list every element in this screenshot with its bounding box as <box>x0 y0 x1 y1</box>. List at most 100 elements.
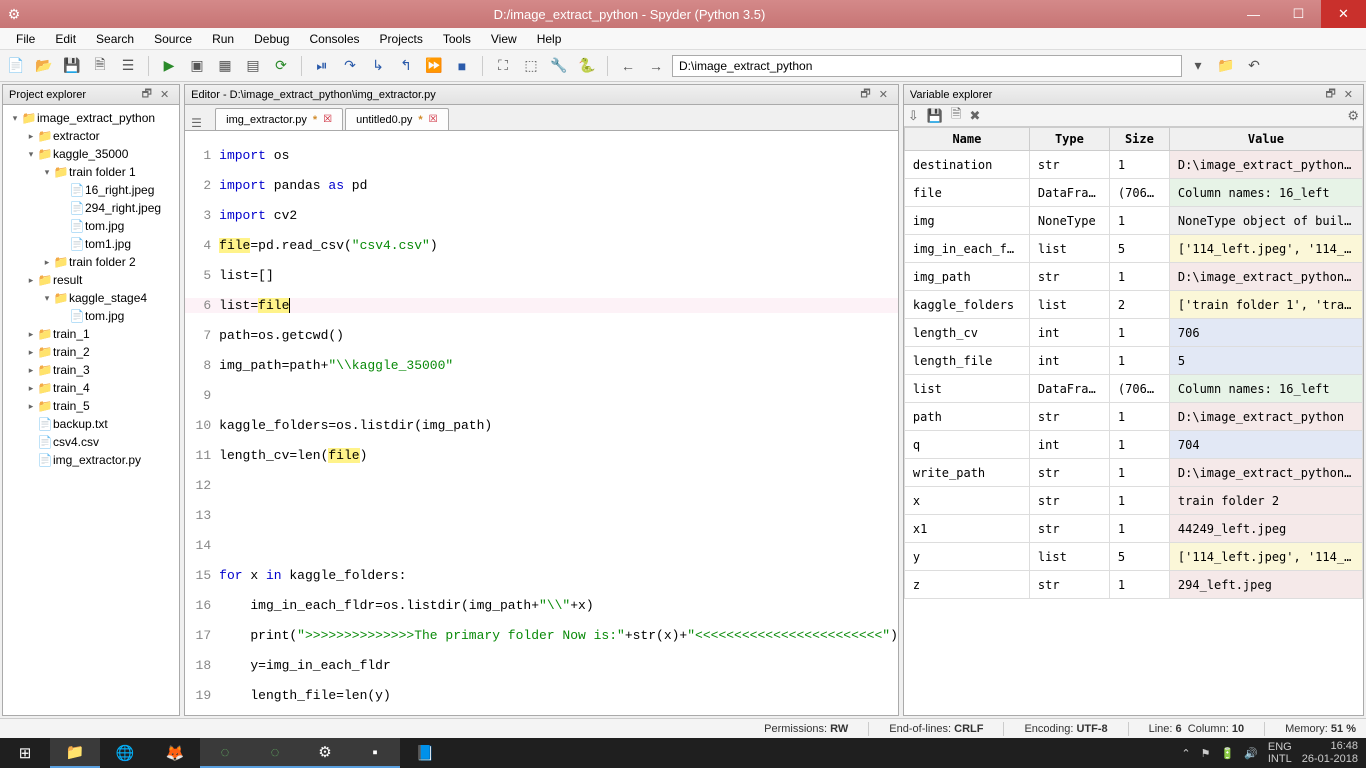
parent-dir-icon[interactable]: ↶ <box>1242 54 1266 78</box>
tree-row[interactable]: 📄img_extractor.py <box>3 451 179 469</box>
start-button[interactable]: ⊞ <box>0 738 50 768</box>
tree-row[interactable]: 📄backup.txt <box>3 415 179 433</box>
variable-row[interactable]: ylist5['114_left.jpeg', '114_right.j… <box>904 543 1362 571</box>
tree-row[interactable]: ▸📁train_5 <box>3 397 179 415</box>
tree-row[interactable]: 📄tom.jpg <box>3 217 179 235</box>
step-out-icon[interactable]: ↰ <box>394 54 418 78</box>
variable-table[interactable]: Name Type Size Value destinationstr1D:\i… <box>904 127 1363 599</box>
tray-battery-icon[interactable]: 🔋 <box>1220 747 1234 760</box>
taskbar-explorer-icon[interactable]: 📁 <box>50 738 100 768</box>
tab-img-extractor[interactable]: img_extractor.py*☒ <box>215 108 343 130</box>
open-file-icon[interactable]: 📂 <box>32 54 56 78</box>
tree-row[interactable]: ▸📁result <box>3 271 179 289</box>
code-editor[interactable]: 1import os 2import pandas as pd 3import … <box>185 131 898 715</box>
tree-row[interactable]: ▾📁image_extract_python <box>3 109 179 127</box>
variable-row[interactable]: img_pathstr1D:\image_extract_python\kagg… <box>904 263 1362 291</box>
taskbar-app1-icon[interactable]: ◌ <box>200 738 250 768</box>
dropdown-icon[interactable]: ▾ <box>1186 54 1210 78</box>
tree-row[interactable]: 📄tom1.jpg <box>3 235 179 253</box>
browse-folder-icon[interactable]: 📁 <box>1214 54 1238 78</box>
col-type[interactable]: Type <box>1029 128 1109 151</box>
variable-row[interactable]: qint1704 <box>904 431 1362 459</box>
variable-row[interactable]: listDataFrame(706, 1)Column names: 16_le… <box>904 375 1362 403</box>
tree-row[interactable]: 📄16_right.jpeg <box>3 181 179 199</box>
back-icon[interactable]: ← <box>616 54 640 78</box>
run-cell-advance-icon[interactable]: ▦ <box>213 54 237 78</box>
tree-row[interactable]: ▾📁kaggle_stage4 <box>3 289 179 307</box>
save-data-as-icon[interactable]: 🗎 <box>951 105 961 127</box>
tray-action-icon[interactable]: ⚑ <box>1201 747 1211 760</box>
menu-search[interactable]: Search <box>86 30 144 48</box>
project-tree[interactable]: ▾📁image_extract_python▸📁extractor▾📁kaggl… <box>3 105 179 473</box>
panel-close-icon[interactable]: ✕ <box>1340 88 1357 101</box>
variable-row[interactable]: img_in_each_fldrlist5['114_left.jpeg', '… <box>904 235 1362 263</box>
run-icon[interactable]: ▶ <box>157 54 181 78</box>
save-data-icon[interactable]: 💾 <box>927 108 943 124</box>
tree-row[interactable]: ▾📁kaggle_35000 <box>3 145 179 163</box>
tree-row[interactable]: 📄tom.jpg <box>3 307 179 325</box>
debug-file-icon[interactable]: ⟳ <box>269 54 293 78</box>
variable-row[interactable]: xstr1train folder 2 <box>904 487 1362 515</box>
tab-untitled0[interactable]: untitled0.py*☒ <box>345 108 449 130</box>
taskbar-firefox-icon[interactable]: 🦊 <box>150 738 200 768</box>
system-tray[interactable]: ⌃ ⚑ 🔋 🔊 ENGINTL 16:48 26-01-2018 <box>1173 740 1366 766</box>
tray-volume-icon[interactable]: 🔊 <box>1244 747 1258 760</box>
remove-var-icon[interactable]: ✖ <box>969 108 980 124</box>
variable-row[interactable]: fileDataFrame(706, 1)Column names: 16_le… <box>904 179 1362 207</box>
preferences-icon[interactable]: 🔧 <box>547 54 571 78</box>
taskbar-notepad-icon[interactable]: 📘 <box>400 738 450 768</box>
panel-close-icon[interactable]: ✕ <box>156 88 173 101</box>
panel-undock-icon[interactable]: 🗗 <box>138 85 156 104</box>
menu-debug[interactable]: Debug <box>244 30 299 48</box>
close-button[interactable]: ✕ <box>1321 0 1366 28</box>
debug-step-icon[interactable]: ⏯ <box>310 54 334 78</box>
tree-row[interactable]: ▸📁train_4 <box>3 379 179 397</box>
col-name[interactable]: Name <box>904 128 1029 151</box>
taskbar-chrome-icon[interactable]: 🌐 <box>100 738 150 768</box>
close-icon[interactable]: ☒ <box>429 114 438 125</box>
maximize-button[interactable]: ☐ <box>1276 0 1321 28</box>
list-icon[interactable]: ☰ <box>116 54 140 78</box>
menu-run[interactable]: Run <box>202 30 244 48</box>
step-over-icon[interactable]: ↷ <box>338 54 362 78</box>
menu-source[interactable]: Source <box>144 30 202 48</box>
tray-up-icon[interactable]: ⌃ <box>1181 747 1190 760</box>
options-icon[interactable]: ⚙ <box>1347 108 1359 124</box>
tree-row[interactable]: ▸📁train folder 2 <box>3 253 179 271</box>
menu-edit[interactable]: Edit <box>45 30 86 48</box>
menu-help[interactable]: Help <box>527 30 572 48</box>
col-size[interactable]: Size <box>1109 128 1169 151</box>
minimize-button[interactable]: — <box>1231 0 1276 28</box>
variable-row[interactable]: pathstr1D:\image_extract_python <box>904 403 1362 431</box>
variable-row[interactable]: destinationstr1D:\image_extract_python\r… <box>904 151 1362 179</box>
panel-close-icon[interactable]: ✕ <box>875 88 892 101</box>
new-file-icon[interactable]: 📄 <box>4 54 28 78</box>
tree-row[interactable]: ▸📁train_3 <box>3 361 179 379</box>
tabs-menu-icon[interactable]: ☰ <box>191 116 202 130</box>
close-icon[interactable]: ☒ <box>323 114 332 125</box>
menu-tools[interactable]: Tools <box>433 30 481 48</box>
save-all-icon[interactable]: 🗎 <box>88 54 112 78</box>
variable-row[interactable]: write_pathstr1D:\image_extract_python\ka… <box>904 459 1362 487</box>
taskbar-app2-icon[interactable]: ◌ <box>250 738 300 768</box>
taskbar-clock[interactable]: 16:48 26-01-2018 <box>1302 740 1358 766</box>
variable-row[interactable]: x1str144249_left.jpeg <box>904 515 1362 543</box>
variable-row[interactable]: zstr1294_left.jpeg <box>904 571 1362 599</box>
continue-icon[interactable]: ⏩ <box>422 54 446 78</box>
python-path-icon[interactable]: 🐍 <box>575 54 599 78</box>
import-data-icon[interactable]: ⇩ <box>908 108 919 124</box>
run-selection-icon[interactable]: ▤ <box>241 54 265 78</box>
step-into-icon[interactable]: ↳ <box>366 54 390 78</box>
taskbar-terminal-icon[interactable]: ▪ <box>350 738 400 768</box>
variable-row[interactable]: imgNoneType1NoneType object of builtins … <box>904 207 1362 235</box>
forward-icon[interactable]: → <box>644 54 668 78</box>
maximize-pane-icon[interactable]: ⛶ <box>491 54 515 78</box>
panel-undock-icon[interactable]: 🗗 <box>856 85 874 104</box>
menu-view[interactable]: View <box>481 30 527 48</box>
menu-file[interactable]: File <box>6 30 45 48</box>
panel-undock-icon[interactable]: 🗗 <box>1321 85 1339 104</box>
tree-row[interactable]: ▸📁extractor <box>3 127 179 145</box>
fullscreen-icon[interactable]: ⬚ <box>519 54 543 78</box>
taskbar-spyder-icon[interactable]: ⚙ <box>300 738 350 768</box>
tree-row[interactable]: 📄csv4.csv <box>3 433 179 451</box>
